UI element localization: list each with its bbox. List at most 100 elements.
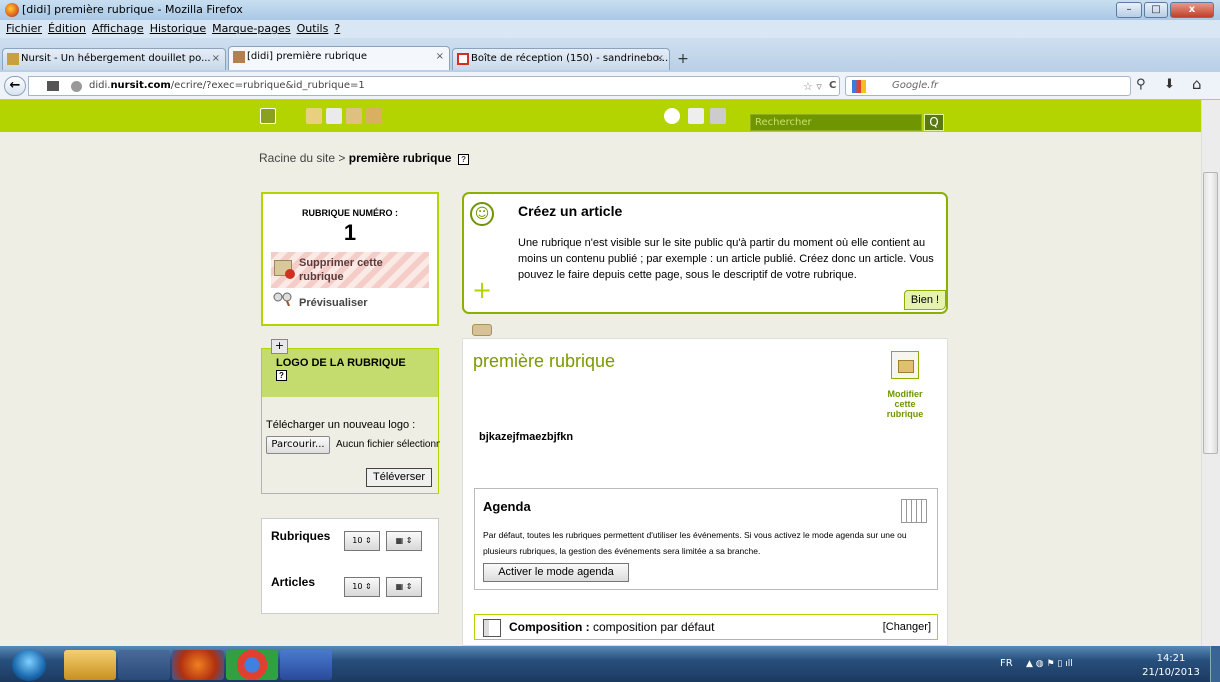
help-icon[interactable]: ? bbox=[458, 154, 470, 165]
composition-text: Composition : composition par défaut bbox=[509, 620, 715, 634]
close-button[interactable]: x bbox=[1170, 2, 1214, 18]
menu-help[interactable]: ? bbox=[334, 20, 340, 38]
menu-marque-pages[interactable]: Marque-pages bbox=[212, 20, 290, 38]
minimize-button[interactable]: – bbox=[1116, 2, 1142, 18]
reload-icon[interactable]: C bbox=[829, 80, 836, 91]
delete-rubrique-button[interactable]: Supprimer cette rubrique bbox=[271, 252, 429, 288]
tab-close-icon[interactable]: × bbox=[436, 47, 444, 67]
bookmark-star-icon[interactable]: ☆ ▿ bbox=[803, 80, 822, 93]
list-options-box: Rubriques 10 ⇕ ▦ ⇕ Articles 10 ⇕ ▦ ⇕ bbox=[261, 518, 439, 614]
site-tree-icon[interactable] bbox=[260, 108, 276, 124]
tab-close-icon[interactable]: × bbox=[656, 49, 664, 69]
users-icon[interactable] bbox=[346, 108, 362, 124]
menu-outils[interactable]: Outils bbox=[297, 20, 329, 38]
clock-date[interactable]: 21/10/2013 bbox=[1141, 667, 1201, 678]
rubriques-view-button[interactable]: ▦ ⇕ bbox=[386, 531, 422, 551]
articles-label: Articles bbox=[271, 575, 316, 589]
agenda-box: Agenda Par défaut, toutes les rubriques … bbox=[474, 488, 938, 590]
page-icon bbox=[47, 81, 59, 91]
rubrique-number-label: RUBRIQUE NUMÉRO : bbox=[302, 208, 398, 218]
breadcrumb: Racine du site > première rubrique ? bbox=[259, 151, 470, 165]
firefox-taskbar-icon[interactable] bbox=[172, 650, 224, 680]
create-article-text: Une rubrique n'est visible sur le site p… bbox=[518, 237, 934, 281]
menu-fichier[interactable]: Fichier bbox=[6, 20, 42, 38]
breadcrumb-root-link[interactable]: Racine du site bbox=[259, 151, 335, 165]
tab-nursit[interactable]: Nursit - Un hébergement douillet po... × bbox=[2, 48, 226, 70]
new-tab-button[interactable]: + bbox=[672, 50, 694, 70]
download-icon[interactable]: ⬇ bbox=[1164, 77, 1175, 92]
media-player-icon[interactable] bbox=[118, 650, 170, 680]
browser-search-bar[interactable]: Google.fr bbox=[845, 76, 1131, 96]
edit-folder-icon[interactable] bbox=[306, 108, 322, 124]
create-article-title: Créez un article bbox=[518, 203, 623, 219]
change-composition-link[interactable]: [Changer] bbox=[883, 621, 931, 633]
window-title: [didi] première rubrique - Mozilla Firef… bbox=[22, 3, 243, 16]
tab-label: Boîte de réception (150) - sandrinebo... bbox=[471, 53, 669, 64]
nursit-favicon-icon bbox=[7, 53, 19, 65]
breadcrumb-current: première rubrique bbox=[348, 151, 452, 165]
show-desktop-button[interactable] bbox=[1210, 646, 1220, 682]
upload-button[interactable]: Téléverser bbox=[366, 468, 432, 487]
add-image-icon[interactable]: + bbox=[271, 339, 288, 354]
agenda-title: Agenda bbox=[483, 499, 531, 514]
document-icon[interactable] bbox=[326, 108, 342, 124]
delete-folder-icon bbox=[274, 260, 295, 279]
plus-icon: + bbox=[472, 276, 493, 304]
articles-per-page-button[interactable]: 10 ⇕ bbox=[344, 577, 380, 597]
tab-gmail[interactable]: Boîte de réception (150) - sandrinebo...… bbox=[452, 48, 670, 70]
back-button[interactable]: ← bbox=[4, 76, 26, 96]
smiley-icon: ☺ bbox=[470, 202, 494, 226]
spip-search-input[interactable]: Rechercher bbox=[750, 114, 922, 131]
spip-toolbar bbox=[0, 100, 1201, 132]
menu-affichage[interactable]: Affichage bbox=[92, 20, 144, 38]
tab-label: [didi] première rubrique bbox=[247, 51, 368, 62]
stats-icon[interactable] bbox=[366, 108, 382, 124]
activate-agenda-button[interactable]: Activer le mode agenda bbox=[483, 563, 629, 582]
maximize-button[interactable]: □ bbox=[1144, 2, 1168, 18]
rubriques-per-page-button[interactable]: 10 ⇕ bbox=[344, 531, 380, 551]
logo-upload-label: Télécharger un nouveau logo : bbox=[266, 419, 416, 431]
chrome-icon[interactable] bbox=[226, 650, 278, 680]
menu-edition[interactable]: Édition bbox=[48, 20, 86, 38]
tab-bar: Nursit - Un hébergement douillet po... ×… bbox=[0, 38, 1220, 72]
start-button[interactable] bbox=[12, 649, 46, 681]
rubrique-number: 1 bbox=[343, 220, 357, 245]
explorer-icon[interactable] bbox=[64, 650, 116, 680]
layout-icon bbox=[483, 619, 501, 637]
message-icon[interactable] bbox=[664, 108, 680, 124]
preview-link[interactable]: Prévisualiser bbox=[299, 297, 368, 309]
rubrique-description: bjkazejfmaezbjfkn bbox=[479, 431, 574, 443]
language-indicator[interactable]: FR bbox=[1000, 658, 1013, 669]
search-placeholder: Google.fr bbox=[892, 80, 939, 91]
rubrique-folder-icon bbox=[472, 324, 492, 336]
tray-icons[interactable]: ▲ ◍ ⚑ ▯ ıll bbox=[1026, 659, 1073, 669]
articles-view-button[interactable]: ▦ ⇕ bbox=[386, 577, 422, 597]
agenda-text: Par défaut, toutes les rubriques permett… bbox=[483, 530, 907, 556]
rubriques-label: Rubriques bbox=[271, 529, 331, 543]
word-icon[interactable] bbox=[280, 650, 332, 680]
modify-rubrique-link[interactable]: Modifier cette rubrique bbox=[879, 389, 931, 419]
config-icon[interactable] bbox=[710, 108, 726, 124]
window-titlebar: [didi] première rubrique - Mozilla Firef… bbox=[0, 0, 1220, 20]
agenda-icon[interactable] bbox=[688, 108, 704, 124]
url-bar[interactable]: didi.nursit.com/ecrire/?exec=rubrique&id… bbox=[28, 76, 840, 96]
help-icon[interactable]: ? bbox=[276, 370, 287, 381]
edit-folder-icon[interactable] bbox=[891, 351, 919, 379]
tab-close-icon[interactable]: × bbox=[212, 49, 220, 69]
calendar-icon bbox=[901, 499, 927, 523]
create-article-notice: ☺ + Créez un article Une rubrique n'est … bbox=[462, 192, 948, 314]
composition-box: Composition : composition par défaut [Ch… bbox=[474, 614, 938, 640]
firefox-logo-icon bbox=[5, 3, 19, 17]
scrollbar-thumb[interactable] bbox=[1203, 172, 1218, 454]
clock-time[interactable]: 14:21 bbox=[1141, 653, 1201, 664]
menu-historique[interactable]: Historique bbox=[150, 20, 206, 38]
gmail-icon bbox=[457, 53, 469, 65]
browse-button[interactable]: Parcourir... bbox=[266, 436, 330, 454]
ok-button[interactable]: Bien ! bbox=[904, 290, 946, 310]
home-icon[interactable]: ⌂ bbox=[1192, 75, 1202, 93]
tab-premiere-rubrique[interactable]: [didi] première rubrique × bbox=[228, 46, 450, 70]
search-icon[interactable]: ⚲ bbox=[1136, 77, 1146, 92]
logo-title: LOGO DE LA RUBRIQUE? bbox=[276, 357, 406, 381]
spip-search-button[interactable]: Q bbox=[924, 114, 944, 131]
menu-bar: Fichier Édition Affichage Historique Marque-… bbox=[0, 20, 1220, 38]
